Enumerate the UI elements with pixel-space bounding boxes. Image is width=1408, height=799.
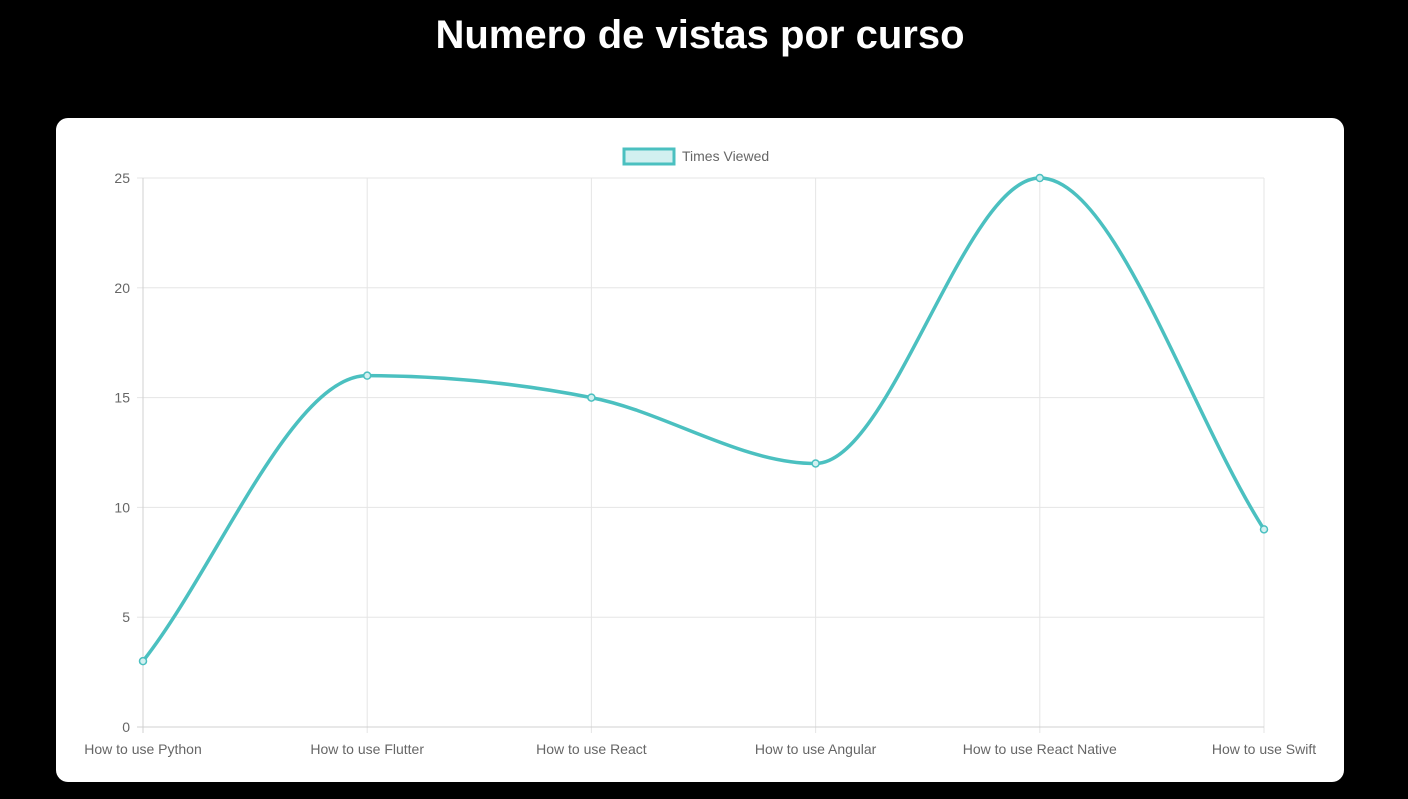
x-tick-label: How to use React Native bbox=[963, 741, 1117, 757]
data-points bbox=[138, 173, 1269, 666]
y-tick-label: 25 bbox=[114, 170, 130, 186]
y-tick-label: 0 bbox=[122, 719, 130, 735]
line-chart: 0 5 10 15 20 25 How to use Python How to use F… bbox=[84, 147, 1316, 757]
axes bbox=[137, 178, 1264, 733]
series-line bbox=[141, 176, 1266, 663]
data-point[interactable] bbox=[1259, 525, 1269, 534]
x-tick-label: How to use Flutter bbox=[310, 741, 424, 757]
legend: Times Viewed bbox=[622, 147, 769, 166]
x-tick-labels: How to use Python How to use Flutter How t… bbox=[84, 741, 1316, 757]
y-tick-label: 15 bbox=[114, 390, 130, 406]
series-lines bbox=[141, 176, 1266, 663]
grid-lines bbox=[137, 177, 1265, 733]
x-tick-label: How to use Python bbox=[84, 741, 202, 757]
data-point[interactable] bbox=[362, 371, 372, 380]
data-point[interactable] bbox=[587, 393, 596, 402]
data-point[interactable] bbox=[138, 656, 148, 666]
x-tick-label: How to use React bbox=[536, 741, 647, 757]
x-tick-label: How to use Swift bbox=[1212, 741, 1316, 757]
data-point[interactable] bbox=[1035, 173, 1045, 183]
legend-label[interactable]: Times Viewed bbox=[682, 148, 769, 164]
legend-swatch[interactable] bbox=[622, 147, 676, 166]
y-tick-label: 5 bbox=[122, 609, 130, 625]
y-tick-label: 20 bbox=[114, 280, 130, 296]
y-tick-label: 10 bbox=[114, 499, 130, 515]
y-tick-labels: 0 5 10 15 20 25 bbox=[114, 170, 130, 735]
x-tick-label: How to use Angular bbox=[755, 741, 877, 757]
data-point[interactable] bbox=[811, 459, 820, 468]
